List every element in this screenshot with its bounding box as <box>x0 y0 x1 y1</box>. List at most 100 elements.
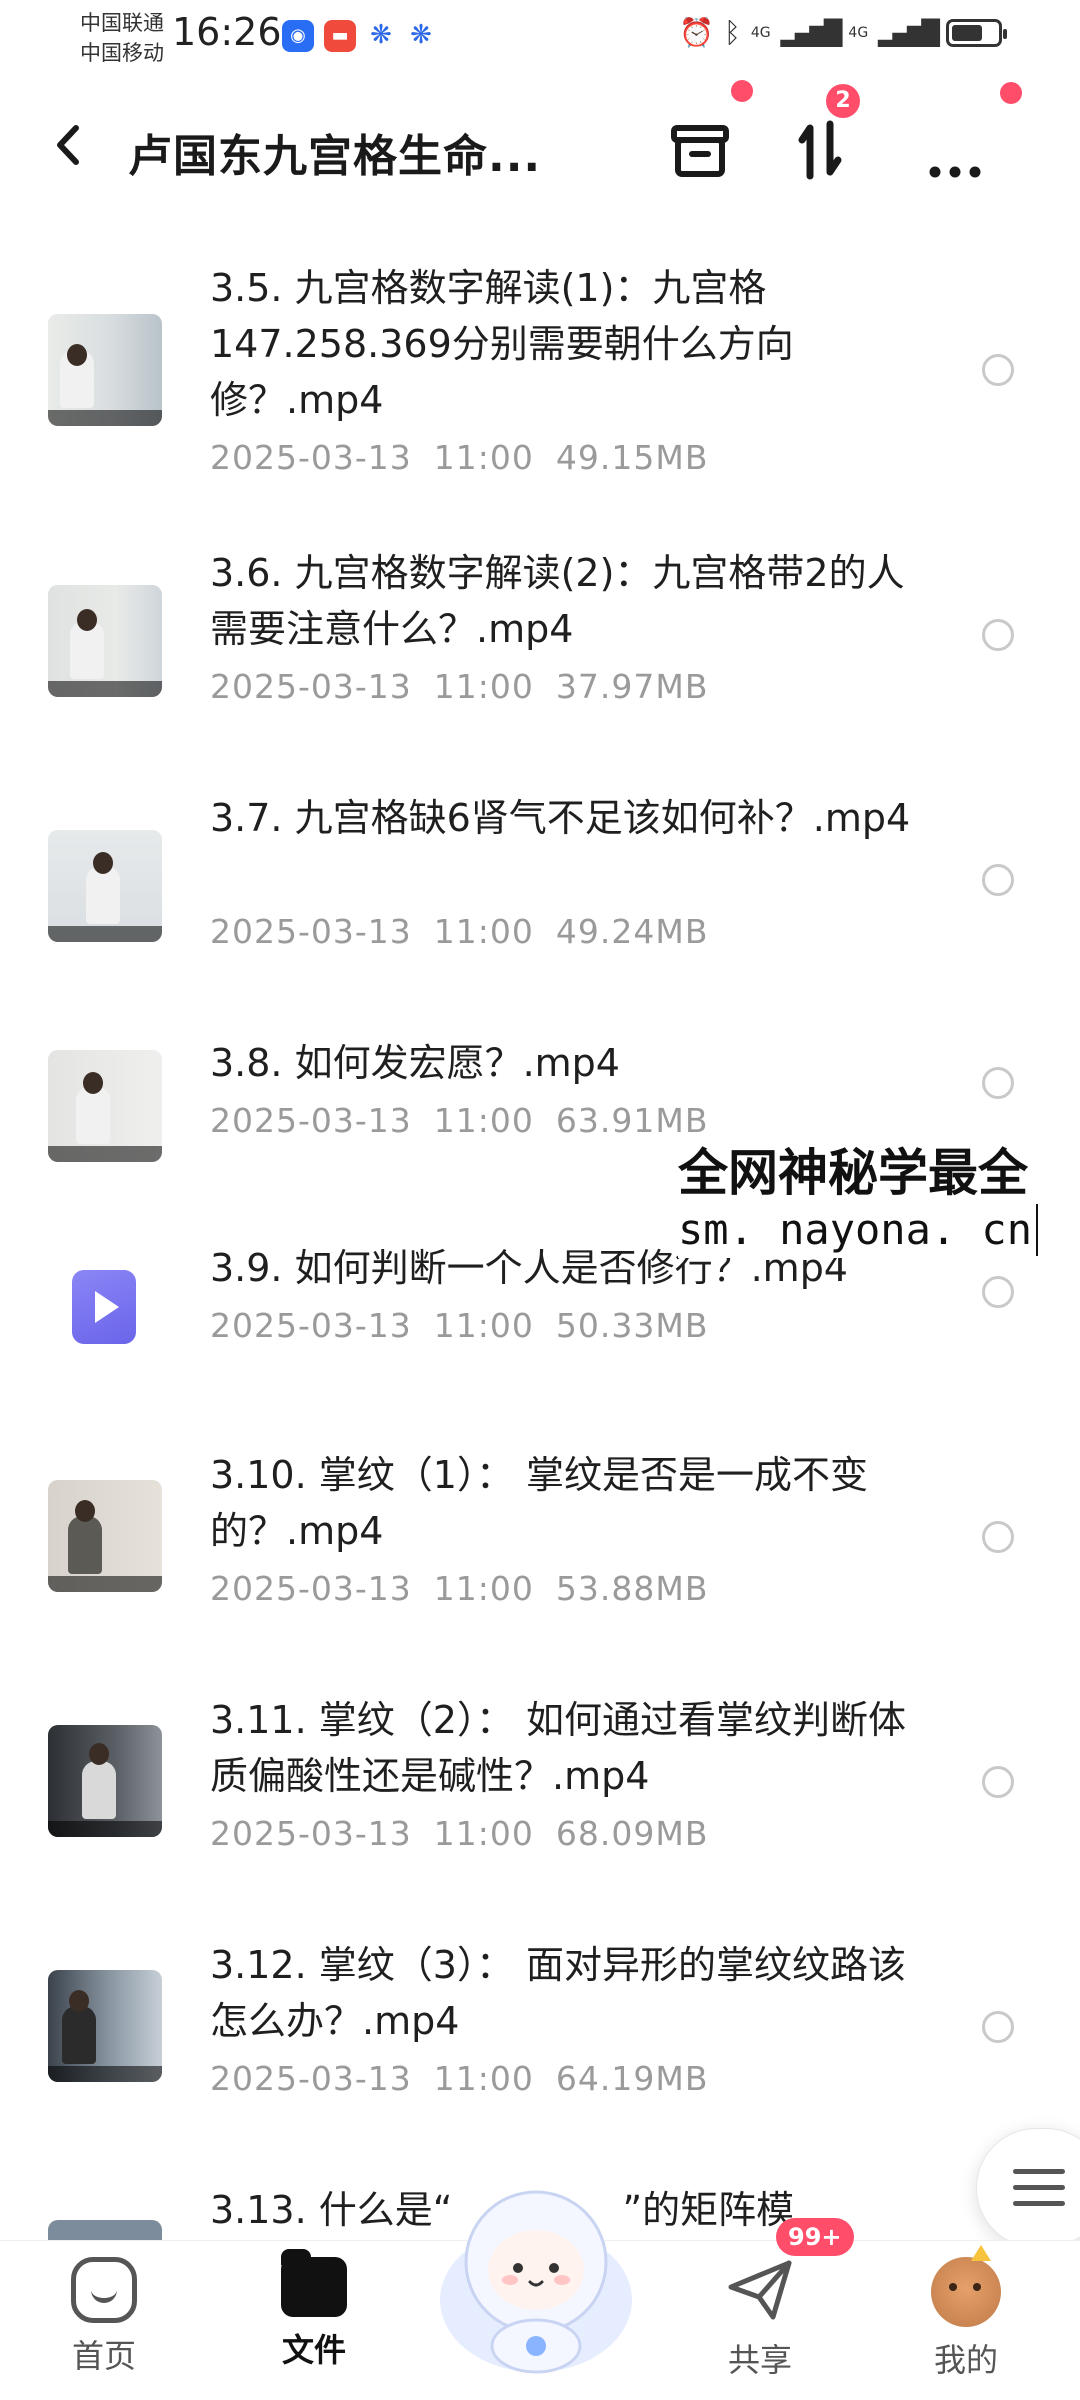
status-app-icons: ◉ ▬ ❋ ❋ <box>282 20 436 52</box>
top-app-bar: 卢国东九宫格生命... 2 <box>0 80 1080 210</box>
nav-home-label: 首页 <box>71 2337 136 2375</box>
select-radio[interactable] <box>982 619 1014 651</box>
select-radio[interactable] <box>982 354 1014 386</box>
archive-notification-dot <box>731 80 753 102</box>
file-date: 2025-03-13 <box>210 1306 412 1345</box>
file-name: 3.6. 九宫格数字解读(2)：九宫格带2的人需要注意什么？.mp4 <box>210 551 905 651</box>
file-size: 68.09MB <box>555 1814 709 1853</box>
file-name: 3.12. 掌纹（3）： 面对异形的掌纹纹路该怎么办？.mp4 <box>210 1943 907 2043</box>
file-size: 49.24MB <box>555 912 709 951</box>
file-name-tail: ”的矩阵模 <box>622 2188 795 2232</box>
file-date: 2025-03-13 <box>210 2059 412 2098</box>
sort-badge: 2 <box>826 84 860 118</box>
video-file-icon <box>72 1270 136 1344</box>
file-name: 3.7. 九宫格缺6肾气不足该如何补？.mp4 <box>210 796 911 840</box>
floating-menu-button[interactable] <box>976 2128 1080 2248</box>
video-thumbnail <box>48 1480 162 1592</box>
video-thumbnail <box>48 585 162 697</box>
video-thumbnail <box>48 1725 162 1837</box>
video-thumbnail <box>48 830 162 942</box>
file-time: 11:00 <box>433 1569 534 1608</box>
carrier-info: 中国联通 中国移动 <box>80 8 164 68</box>
file-meta: 2025-03-13 11:00 50.33MB <box>210 1306 708 1345</box>
folder-icon <box>281 2249 347 2317</box>
battery-icon <box>946 18 1007 47</box>
carrier-1: 中国联通 <box>80 11 164 35</box>
watermark-title: 全网神秘学最全 <box>678 1144 1028 1202</box>
file-meta: 2025-03-13 11:00 37.97MB <box>210 667 708 706</box>
file-meta: 2025-03-13 11:00 68.09MB <box>210 1814 708 1853</box>
file-date: 2025-03-13 <box>210 912 412 951</box>
select-radio[interactable] <box>982 864 1014 896</box>
file-meta: 2025-03-13 11:00 53.88MB <box>210 1569 708 1608</box>
nav-me[interactable]: 我的 <box>896 2245 1036 2381</box>
sort-icon <box>798 120 842 180</box>
file-name: 3.5. 九宫格数字解读(1)：九宫格147.258.369分别需要朝什么方向修… <box>210 266 794 422</box>
sort-button[interactable] <box>780 110 860 190</box>
home-icon <box>71 2257 137 2323</box>
file-date: 2025-03-13 <box>210 1814 412 1853</box>
carrier-2: 中国移动 <box>80 41 164 65</box>
file-date: 2025-03-13 <box>210 667 412 706</box>
file-name-head: 3.13. 什么是“ <box>210 2188 453 2232</box>
back-arrow-icon <box>57 125 79 165</box>
archive-icon <box>671 125 729 177</box>
file-date: 2025-03-13 <box>210 1101 412 1140</box>
file-name: 3.11. 掌纹（2）： 如何通过看掌纹判断体质偏酸性还是碱性？.mp4 <box>210 1698 907 1798</box>
nav-home[interactable]: 首页 <box>34 2257 174 2377</box>
network-type-2: 4G <box>848 24 869 41</box>
page-title: 卢国东九宫格生命... <box>128 131 542 182</box>
file-size: 53.88MB <box>555 1569 709 1608</box>
file-size: 37.97MB <box>555 667 709 706</box>
file-time: 11:00 <box>433 438 534 477</box>
network-type-1: 4G <box>750 24 771 41</box>
video-thumbnail <box>48 1970 162 2082</box>
status-time: 16:26 <box>172 10 282 54</box>
back-button[interactable] <box>40 110 100 180</box>
watermark: 全网神秘学最全 sm. nayona. cn <box>678 1138 1045 1258</box>
video-thumbnail <box>48 314 162 426</box>
more-icon <box>929 166 981 178</box>
file-date: 2025-03-13 <box>210 438 412 477</box>
nav-files-label: 文件 <box>281 2331 346 2369</box>
alarm-icon: ⏰ <box>679 16 714 49</box>
notification-app-icon: ◉ <box>282 20 314 52</box>
file-date: 2025-03-13 <box>210 1569 412 1608</box>
archive-button[interactable] <box>660 110 740 190</box>
file-name: 3.8. 如何发宏愿？.mp4 <box>210 1041 620 1085</box>
select-radio[interactable] <box>982 1766 1014 1798</box>
file-time: 11:00 <box>433 912 534 951</box>
share-badge: 99+ <box>776 2218 854 2256</box>
nav-files[interactable]: 文件 <box>244 2249 384 2371</box>
paper-plane-icon <box>728 2260 792 2320</box>
more-button[interactable] <box>915 110 995 190</box>
file-time: 11:00 <box>433 1306 534 1345</box>
status-bar: 中国联通 中国移动 16:26 ◉ ▬ ❋ ❋ ⏰ ᛒ 4G ▂▄▆█ 4G ▂… <box>0 0 1080 80</box>
select-radio[interactable] <box>982 1276 1014 1308</box>
file-meta: 2025-03-13 11:00 63.91MB <box>210 1101 708 1140</box>
file-size: 49.15MB <box>555 438 709 477</box>
signal-icon-2: ▂▄▆█ <box>878 18 940 47</box>
file-time: 11:00 <box>433 2059 534 2098</box>
file-meta: 2025-03-13 11:00 49.15MB <box>210 438 708 477</box>
bluetooth-icon: ᛒ <box>724 16 741 49</box>
file-size: 50.33MB <box>555 1306 709 1345</box>
baidu-paw-icon: ❋ <box>370 20 392 50</box>
select-radio[interactable] <box>982 1521 1014 1553</box>
video-thumbnail <box>48 1050 162 1162</box>
status-indicators: ⏰ ᛒ 4G ▂▄▆█ 4G ▂▄▆█ <box>679 16 1007 49</box>
file-name: 3.10. 掌纹（1）： 掌纹是否是一成不变的？.mp4 <box>210 1453 869 1553</box>
file-time: 11:00 <box>433 667 534 706</box>
watermark-url: sm. nayona. cn <box>678 1204 1039 1256</box>
menu-icon <box>1013 2169 1065 2217</box>
file-meta: 2025-03-13 11:00 64.19MB <box>210 2059 708 2098</box>
nav-share[interactable]: 共享 <box>690 2257 830 2381</box>
select-radio[interactable] <box>982 1067 1014 1099</box>
file-size: 64.19MB <box>555 2059 709 2098</box>
more-notification-dot <box>1000 82 1022 104</box>
mascot-assistant-button[interactable] <box>426 2170 646 2380</box>
select-radio[interactable] <box>982 2011 1014 2043</box>
file-size: 63.91MB <box>555 1101 709 1140</box>
shopping-app-icon: ▬ <box>324 20 356 52</box>
baidu-paw-icon-2: ❋ <box>410 20 432 50</box>
